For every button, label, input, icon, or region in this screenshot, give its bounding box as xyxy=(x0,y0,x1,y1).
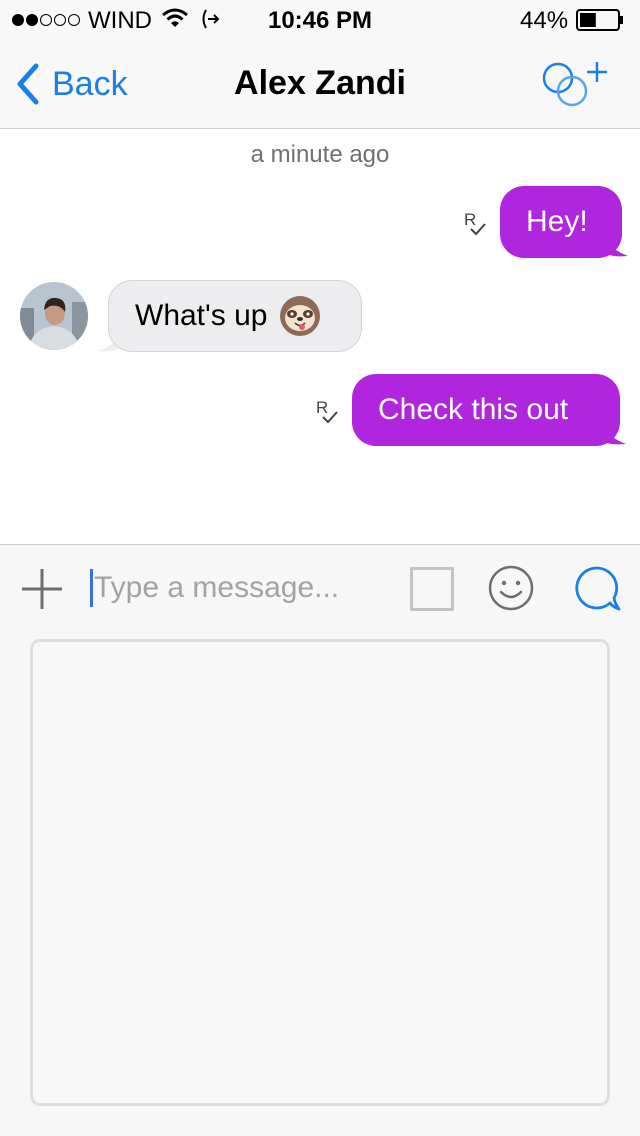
receipt-letter: R xyxy=(316,398,328,417)
attachment-area xyxy=(0,631,640,1136)
plus-icon[interactable] xyxy=(20,567,64,611)
square-icon[interactable] xyxy=(410,567,454,611)
chat-bubble-icon[interactable] xyxy=(573,565,621,613)
media-panel[interactable] xyxy=(30,639,610,1106)
message-timestamp: a minute ago xyxy=(250,141,390,168)
avatar[interactable] xyxy=(20,282,88,350)
read-receipt-icon: R xyxy=(316,398,338,424)
message-text: Hey! xyxy=(526,205,588,238)
message-text: What's up xyxy=(135,299,268,332)
add-participant-icon[interactable] xyxy=(538,56,614,112)
incoming-message-bubble[interactable]: What's up xyxy=(108,280,362,352)
status-bar: WIND 10:46 PM 44% xyxy=(0,0,640,40)
battery-icon xyxy=(576,9,623,31)
message-composer xyxy=(0,544,640,631)
sloth-emoji-icon xyxy=(280,296,321,336)
outgoing-message-bubble[interactable]: Hey! xyxy=(500,186,622,258)
navigation-bar: Back Alex Zandi xyxy=(0,40,640,129)
message-input[interactable] xyxy=(94,563,394,613)
outgoing-message-bubble[interactable]: Check this out xyxy=(352,374,620,446)
avatar-image xyxy=(20,282,88,350)
text-cursor xyxy=(90,569,93,607)
read-receipt-icon: R xyxy=(464,210,486,236)
receipt-letter: R xyxy=(464,210,476,229)
battery-percentage: 44% xyxy=(520,7,569,34)
smiley-icon[interactable] xyxy=(488,565,534,611)
message-list[interactable]: a minute ago R Hey! What's up R Check th… xyxy=(0,129,640,544)
message-text: Check this out xyxy=(378,393,569,426)
